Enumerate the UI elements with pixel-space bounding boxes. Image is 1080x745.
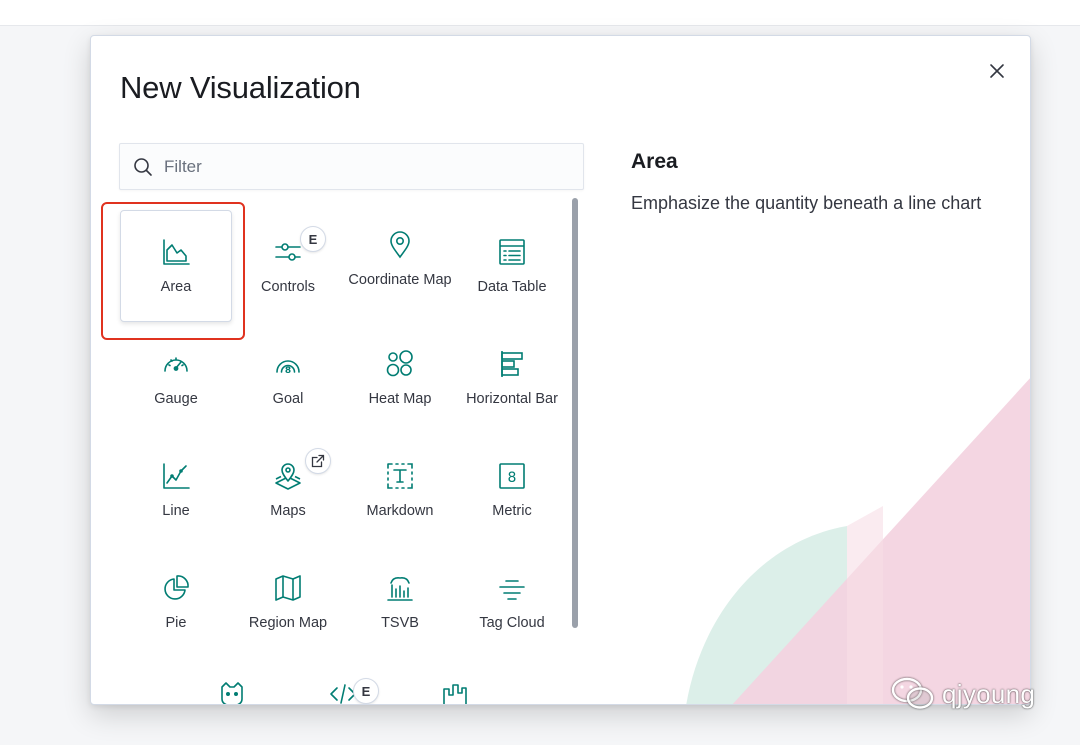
vis-label: Region Map (248, 614, 328, 631)
vis-card-tag-cloud[interactable]: Tag Cloud (456, 546, 568, 658)
heat-map-icon (384, 348, 416, 380)
timeline-icon (439, 678, 471, 704)
wechat-icon (891, 677, 934, 709)
grid-scrollbar[interactable] (572, 198, 578, 628)
pie-chart-icon (160, 572, 192, 604)
vis-card-custom-code[interactable]: E (287, 658, 399, 704)
vis-card-goal[interactable]: 8 Goal (232, 322, 344, 434)
area-chart-icon (160, 236, 192, 268)
vis-label: Maps (270, 502, 306, 519)
vis-card-line[interactable]: Line (120, 434, 232, 546)
page-header-background (0, 0, 1080, 26)
search-icon (134, 158, 152, 176)
vis-label: Coordinate Map (348, 271, 452, 288)
vis-card-heat-map[interactable]: Heat Map (344, 322, 456, 434)
metric-icon: 8 (496, 460, 528, 492)
maps-icon (272, 460, 304, 492)
vis-label: Goal (272, 390, 304, 407)
vis-card-timeline[interactable] (399, 658, 511, 704)
vis-card-area[interactable]: Area (120, 210, 232, 322)
vis-label: Horizontal Bar (466, 390, 558, 407)
markdown-icon (384, 460, 416, 492)
watermark-text: qjyoung (942, 678, 1036, 709)
svg-text:8: 8 (508, 470, 517, 486)
vis-card-vega[interactable] (176, 658, 288, 704)
vis-label: Metric (492, 502, 532, 519)
modal-title: New Visualization (120, 70, 361, 105)
vis-card-maps[interactable]: Maps (232, 434, 344, 546)
vis-label: Gauge (154, 390, 198, 407)
external-link-badge (305, 448, 331, 474)
tsvb-icon (384, 572, 416, 604)
vis-label: Controls (261, 278, 315, 295)
vis-card-data-table[interactable]: Data Table (456, 210, 568, 322)
vis-card-controls[interactable]: Controls E (232, 210, 344, 322)
visualization-grid: Area Controls E Coordinate Map Data Tabl… (119, 208, 568, 704)
vis-card-markdown[interactable]: Markdown (344, 434, 456, 546)
vis-label: Data Table (477, 278, 547, 295)
external-link-icon (311, 454, 325, 468)
vis-label: TSVB (381, 614, 419, 631)
vis-card-metric[interactable]: 8 Metric (456, 434, 568, 546)
vis-label: Tag Cloud (479, 614, 545, 631)
description-title: Area (631, 150, 678, 173)
vis-card-tsvb[interactable]: TSVB (344, 546, 456, 658)
new-visualization-modal: New Visualization Area (90, 35, 1031, 705)
data-table-icon (496, 236, 528, 268)
experimental-badge: E (353, 678, 379, 704)
decorative-illustration (686, 378, 1030, 704)
goal-icon: 8 (272, 348, 304, 380)
tag-cloud-icon (496, 572, 528, 604)
horizontal-bar-icon (496, 348, 528, 380)
region-map-icon (272, 572, 304, 604)
vis-label: Area (160, 278, 192, 295)
vis-label: Pie (165, 614, 187, 631)
vis-label: Line (162, 502, 190, 519)
filter-search-box (119, 143, 584, 190)
vis-label: Markdown (366, 502, 434, 519)
vega-icon (216, 678, 248, 704)
experimental-badge: E (300, 226, 326, 252)
close-icon (990, 64, 1004, 78)
vis-card-coordinate-map[interactable]: Coordinate Map (344, 210, 456, 322)
gauge-icon (160, 348, 192, 380)
vis-label: Heat Map (368, 390, 432, 407)
description-text: Emphasize the quantity beneath a line ch… (631, 193, 982, 213)
vis-card-horizontal-bar[interactable]: Horizontal Bar (456, 322, 568, 434)
line-chart-icon (160, 460, 192, 492)
map-pin-icon (384, 229, 416, 261)
watermark: qjyoung (890, 676, 1035, 712)
filter-input[interactable] (164, 144, 574, 189)
svg-text:8: 8 (285, 366, 291, 376)
vis-card-region-map[interactable]: Region Map (232, 546, 344, 658)
vis-card-gauge[interactable]: Gauge (120, 322, 232, 434)
vis-card-pie[interactable]: Pie (120, 546, 232, 658)
close-button[interactable] (986, 60, 1008, 82)
